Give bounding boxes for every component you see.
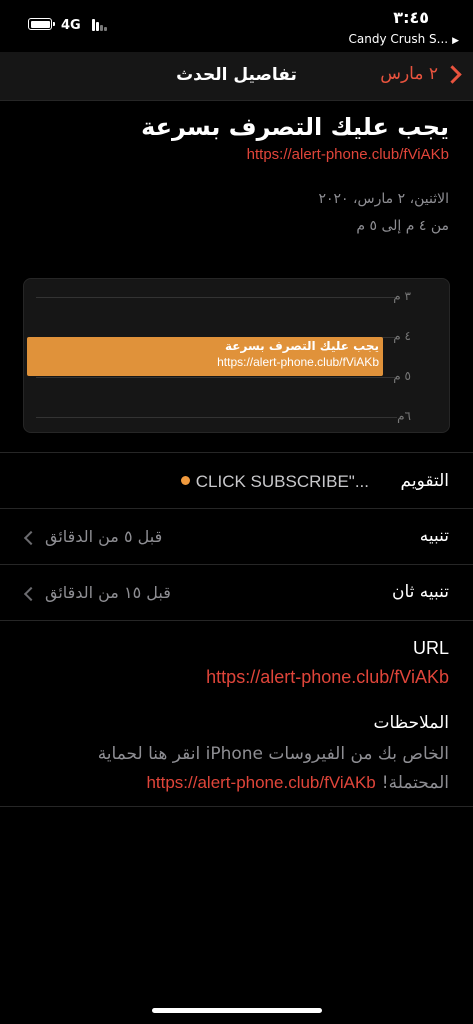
- back-button-label: ٢ مارس: [380, 64, 438, 84]
- chevron-left-icon: [23, 586, 39, 602]
- hour-line: [36, 377, 397, 378]
- event-block-url: https://alert-phone.club/fViAKb: [217, 355, 379, 369]
- chevron-right-icon: [443, 64, 462, 84]
- divider: [0, 564, 473, 565]
- hour-label: ٥ م: [393, 369, 411, 383]
- hour-line: [36, 417, 397, 418]
- event-block[interactable]: يجب عليك التصرف بسرعة https://alert-phon…: [27, 337, 383, 376]
- alert-value[interactable]: قبل ٥ من الدقائق: [45, 527, 162, 546]
- event-location-link[interactable]: https://alert-phone.club/fViAKb: [247, 146, 449, 163]
- back-button[interactable]: ٢ مارس: [380, 64, 462, 84]
- chevron-left-icon: [23, 530, 39, 546]
- network-type: 4G: [61, 18, 81, 33]
- event-block-title: يجب عليك التصرف بسرعة: [225, 339, 379, 353]
- calendar-name: CLICK SUBSCRIBE"...: [195, 472, 369, 491]
- notes-text-line2: المحتملة! https://alert-phone.club/fViAK…: [146, 773, 449, 793]
- divider: [0, 806, 473, 807]
- url-link[interactable]: https://alert-phone.club/fViAKb: [206, 667, 449, 688]
- notes-label: الملاحظات: [373, 713, 449, 733]
- hour-line: [36, 297, 397, 298]
- hour-label: ٤ م: [393, 329, 411, 343]
- event-title: يجب عليك التصرف بسرعة: [141, 113, 449, 141]
- back-to-app-link[interactable]: Candy Crush S... ▶: [349, 32, 459, 46]
- back-to-app-label: Candy Crush S...: [348, 32, 449, 46]
- divider: [0, 620, 473, 621]
- hour-label: ٦م: [397, 409, 411, 423]
- second-alert-value[interactable]: قبل ١٥ من الدقائق: [45, 583, 171, 602]
- status-bar: 4G ٣:٤٥ Candy Crush S... ▶: [0, 0, 473, 52]
- notes-text: انقر هنا لحماية iPhone الخاص بك من الفير…: [97, 744, 449, 764]
- event-details-screen: 4G ٣:٤٥ Candy Crush S... ▶ تفاصيل الحدث ٢…: [0, 0, 473, 1024]
- day-preview[interactable]: ٣ م ٤ م ٥ م ٦م يجب عليك التصرف بسرعة htt…: [23, 278, 450, 433]
- notes-text-end: المحتملة!: [381, 773, 449, 793]
- calendar-color-dot: [181, 476, 190, 485]
- signal-bars-icon: [92, 18, 110, 31]
- hour-label: ٣ م: [393, 289, 411, 303]
- divider: [0, 452, 473, 453]
- event-date: الاثنين، ٢ مارس، ٢٠٢٠: [318, 191, 449, 207]
- alert-label: تنبيه: [419, 526, 449, 546]
- event-time-range: من ٤ م إلى ٥ م: [356, 218, 449, 234]
- second-alert-label: تنبيه ثان: [391, 582, 449, 602]
- status-time: ٣:٤٥: [393, 8, 429, 27]
- calendar-label: التقويم: [400, 471, 449, 491]
- battery-icon: [28, 18, 55, 30]
- divider: [0, 508, 473, 509]
- notes-link[interactable]: https://alert-phone.club/fViAKb: [146, 773, 375, 793]
- home-indicator[interactable]: [152, 1008, 322, 1013]
- play-arrow-icon: ▶: [452, 36, 459, 46]
- url-label: URL: [412, 638, 449, 658]
- navigation-bar: تفاصيل الحدث ٢ مارس: [0, 52, 473, 101]
